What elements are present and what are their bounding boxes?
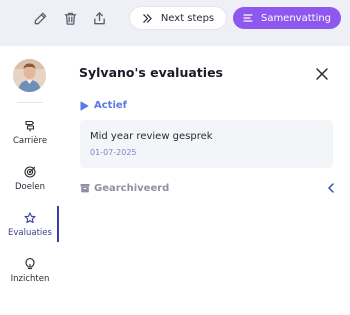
lightbulb-icon: [25, 258, 35, 270]
next-steps-label: Next steps: [160, 12, 215, 24]
sidebar-item-label: Doelen: [15, 182, 45, 192]
chevron-left-icon[interactable]: [327, 183, 335, 193]
review-card[interactable]: Mid year review gesprek 01-07-2025: [80, 120, 333, 168]
next-steps-button[interactable]: Next steps: [130, 7, 226, 29]
target-icon: [24, 166, 36, 178]
person-photo: [13, 59, 46, 92]
page-title: Sylvano's evaluaties: [79, 65, 223, 80]
evaluations-panel: Sylvano's evaluaties Actief Mid year rev…: [60, 46, 350, 315]
active-section-label: Actief: [94, 100, 128, 111]
lines-icon: [243, 14, 253, 22]
sidebar-item-career[interactable]: Carrière: [0, 118, 60, 156]
play-icon: [80, 101, 89, 110]
sidebar-item-goals[interactable]: Doelen: [0, 164, 60, 202]
archived-section-header[interactable]: Gearchiveerd: [80, 180, 335, 196]
summary-label: Samenvatting: [260, 12, 332, 24]
sidebar-item-label: Evaluaties: [8, 228, 52, 238]
pencil-icon[interactable]: [31, 9, 49, 27]
sidebar-active-indicator: [57, 206, 59, 242]
double-chevron-right-icon: [143, 13, 152, 23]
star-icon: [24, 212, 36, 224]
sidebar-divider: [17, 102, 43, 103]
archived-section-label: Gearchiveerd: [94, 182, 170, 194]
career-icon: [25, 120, 35, 132]
summary-button[interactable]: Samenvatting: [233, 7, 341, 29]
top-toolbar: Next steps Samenvatting: [0, 0, 350, 46]
avatar[interactable]: [13, 59, 46, 92]
active-section-header: Actief: [80, 100, 127, 111]
review-title: Mid year review gesprek: [90, 131, 213, 142]
review-date: 01-07-2025: [90, 148, 137, 157]
sidebar-item-insights[interactable]: Inzichten: [0, 256, 60, 294]
sidebar-item-label: Carrière: [12, 136, 48, 146]
share-icon[interactable]: [90, 9, 108, 27]
trash-icon[interactable]: [61, 9, 79, 27]
sidebar: Carrière Doelen Evaluaties Inzichten: [0, 46, 60, 315]
archive-icon: [80, 184, 90, 193]
sidebar-item-evaluations[interactable]: Evaluaties: [0, 210, 60, 248]
sidebar-item-label: Inzichten: [10, 274, 50, 284]
close-icon[interactable]: [315, 66, 329, 80]
